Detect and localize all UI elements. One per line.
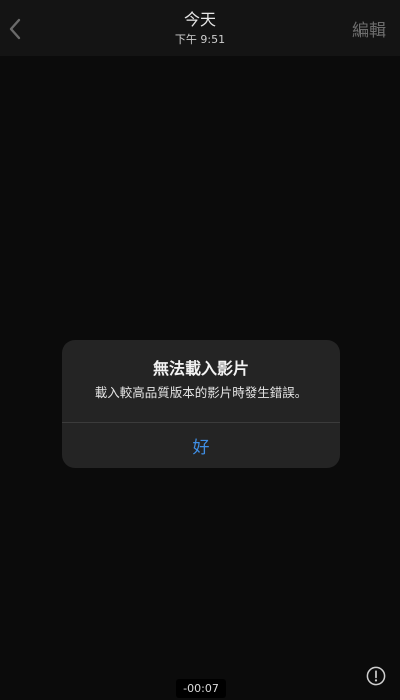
nav-subtitle: 下午 9:51 [174, 33, 226, 46]
photo-viewer-screen: 今天 下午 9:51 編輯 無法載入影片 載入較高品質版本的影片時發生錯誤。 好… [0, 0, 400, 700]
alert-title: 無法載入影片 [152, 359, 249, 378]
exclamation-circle-icon [366, 666, 386, 686]
info-button[interactable] [366, 666, 386, 686]
remaining-time: -00:07 [176, 679, 226, 698]
nav-title: 今天 [183, 10, 216, 29]
alert-dialog: 無法載入影片 載入較高品質版本的影片時發生錯誤。 好 [62, 340, 340, 468]
edit-button[interactable]: 編輯 [352, 20, 386, 42]
ok-button[interactable]: 好 [62, 423, 340, 468]
alert-message: 載入較高品質版本的影片時發生錯誤。 [94, 385, 308, 400]
navigation-bar: 今天 下午 9:51 編輯 [0, 0, 400, 56]
